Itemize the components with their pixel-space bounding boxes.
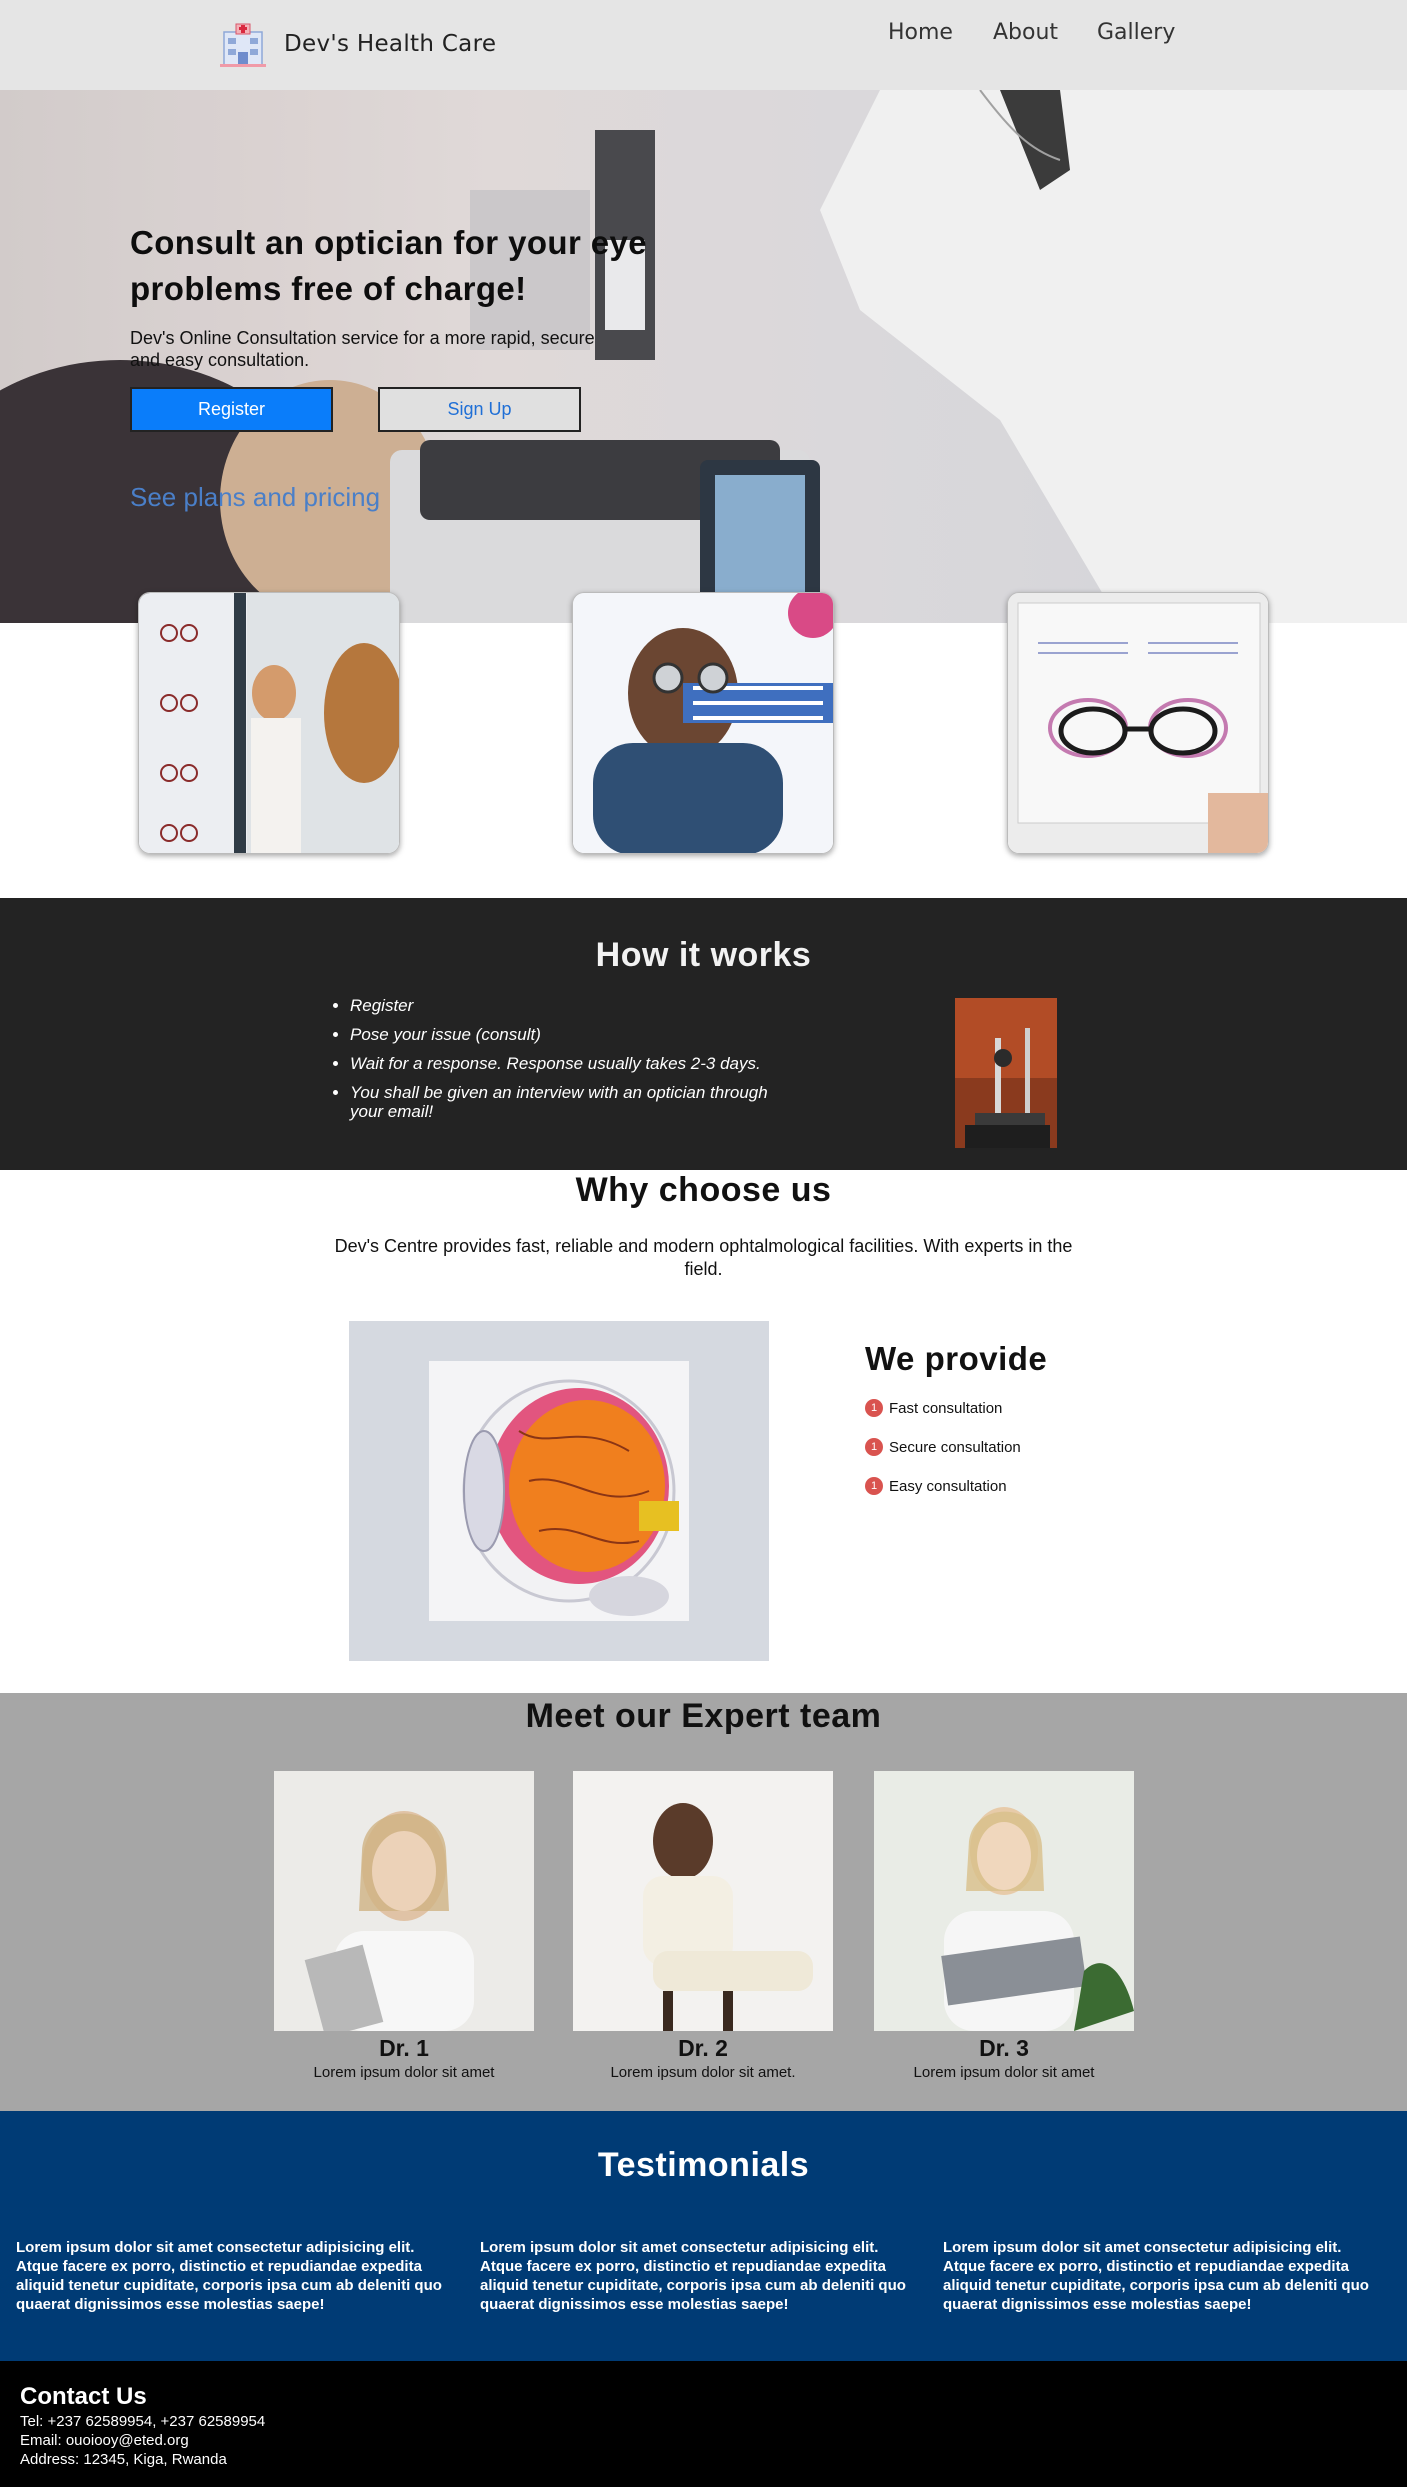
contact-email[interactable]: Email: ouoiooy@eted.org: [20, 2432, 189, 2449]
expert-team-title: Meet our Expert team: [525, 1697, 882, 1735]
doctor-description: Lorem ipsum dolor sit amet: [313, 2064, 495, 2081]
doctor-name: Dr. 1: [379, 2035, 429, 2061]
how-it-works-title: How it works: [595, 936, 812, 974]
we-provide-title: We provide: [865, 1340, 1048, 1377]
hospital-logo-icon: [220, 23, 266, 67]
signup-button[interactable]: Sign Up: [378, 387, 581, 432]
why-choose-us-title: Why choose us: [575, 1171, 832, 1209]
eye-test-image: [573, 593, 833, 853]
eyeglasses-chart-card: [1007, 592, 1269, 854]
contact-footer: Contact Us Tel: +237 62589954, +237 6258…: [0, 2361, 1407, 2487]
number-badge: 1: [865, 1438, 883, 1456]
provide-item-label: Easy consultation: [889, 1477, 1007, 1495]
team-member-card: Dr. 2 Lorem ipsum dolor sit amet.: [573, 1771, 833, 2081]
slit-lamp-image: [955, 998, 1057, 1148]
number-badge: 1: [865, 1399, 883, 1417]
eye-anatomy-image: [429, 1361, 689, 1621]
how-it-works-section: How it works Register Pose your issue (c…: [0, 898, 1407, 1170]
eye-anatomy-panel: [349, 1321, 769, 1661]
hero-banner: Consult an optician for your eye problem…: [0, 90, 1407, 623]
why-choose-us-description: Dev's Centre provides fast, reliable and…: [334, 1236, 1073, 1279]
step-item: You shall be given an interview with an …: [350, 1083, 770, 1121]
step-item: Pose your issue (consult): [350, 1025, 770, 1044]
contact-address: Address: 12345, Kiga, Rwanda: [20, 2451, 227, 2468]
hero-title: Consult an optician for your eye problem…: [130, 224, 648, 307]
number-badge: 1: [865, 1477, 883, 1495]
nav-link-about[interactable]: About: [993, 20, 1058, 45]
testimonial-text: Lorem ipsum dolor sit amet consectetur a…: [16, 2239, 442, 2313]
step-item: Register: [350, 996, 770, 1015]
nav-link-home[interactable]: Home: [888, 20, 953, 45]
doctor-name: Dr. 2: [678, 2035, 728, 2061]
testimonials-title: Testimonials: [597, 2146, 810, 2184]
step-item: Wait for a response. Response usually ta…: [350, 1054, 770, 1073]
glasses-shop-card: [138, 592, 400, 854]
provide-item-label: Secure consultation: [889, 1438, 1021, 1456]
doctor-name: Dr. 3: [979, 2035, 1029, 2061]
doctor-description: Lorem ipsum dolor sit amet: [913, 2064, 1095, 2081]
testimonial-text: Lorem ipsum dolor sit amet consectetur a…: [480, 2239, 906, 2313]
how-it-works-steps: Register Pose your issue (consult) Wait …: [350, 996, 770, 1131]
hero-subtitle: Dev's Online Consultation service for a …: [130, 328, 595, 370]
testimonial-text: Lorem ipsum dolor sit amet consectetur a…: [943, 2239, 1369, 2313]
nav-link-gallery[interactable]: Gallery: [1097, 20, 1175, 45]
contact-title: Contact Us: [20, 2383, 147, 2410]
provide-item-easy: 1 Easy consultation: [865, 1477, 1007, 1495]
doctor-description: Lorem ipsum dolor sit amet.: [610, 2064, 796, 2081]
eyeglasses-chart-image: [1008, 593, 1268, 853]
team-member-card: Dr. 1 Lorem ipsum dolor sit amet: [274, 1771, 534, 2081]
top-navbar: Dev's Health Care Home About Gallery: [0, 0, 1407, 90]
provide-item-fast: 1 Fast consultation: [865, 1399, 1002, 1417]
team-member-card: Dr. 3 Lorem ipsum dolor sit amet: [874, 1771, 1134, 2081]
register-button[interactable]: Register: [130, 387, 333, 432]
glasses-shop-image: [139, 593, 399, 853]
doctor-photo: [573, 1771, 833, 2031]
brand-name: Dev's Health Care: [284, 31, 497, 57]
plans-pricing-link[interactable]: See plans and pricing: [130, 482, 380, 513]
doctor-photo: [274, 1771, 534, 2031]
doctor-photo: [874, 1771, 1134, 2031]
eye-test-card: [572, 592, 834, 854]
contact-phone: Tel: +237 62589954, +237 62589954: [20, 2413, 266, 2430]
testimonials-section: Testimonials Lorem ipsum dolor sit amet …: [0, 2111, 1407, 2361]
expert-team-section: Meet our Expert team Dr. 1 Lorem ipsum d…: [0, 1693, 1407, 2111]
provide-item-secure: 1 Secure consultation: [865, 1438, 1021, 1456]
provide-item-label: Fast consultation: [889, 1399, 1003, 1417]
